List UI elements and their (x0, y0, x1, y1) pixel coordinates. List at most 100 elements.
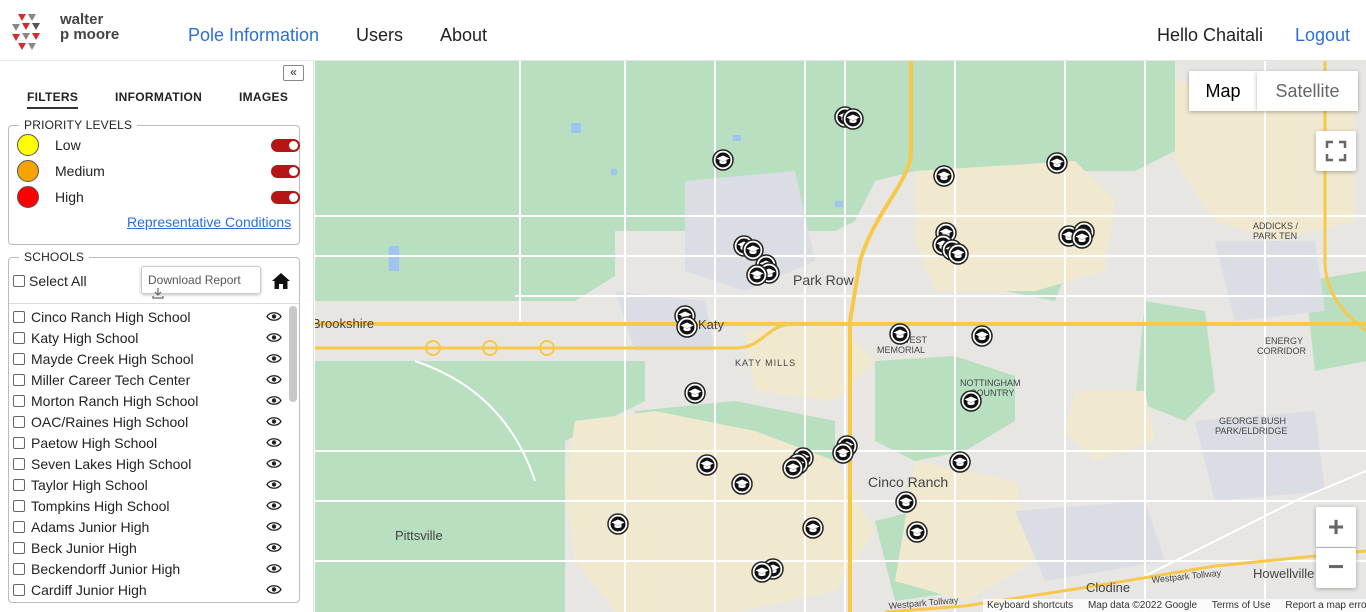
school-marker-icon (842, 108, 864, 130)
eye-icon[interactable] (266, 500, 282, 511)
label-george-bush-park: PARK/ELDRIDGE (1215, 426, 1287, 436)
school-marker-icon (746, 264, 768, 286)
eye-icon[interactable] (266, 458, 282, 469)
school-name: Beckendorff Junior High (31, 561, 181, 577)
tab-information[interactable]: INFORMATION (115, 90, 202, 104)
school-checkbox[interactable] (13, 353, 25, 365)
list-item[interactable]: Katy High School (13, 328, 283, 349)
high-priority-toggle[interactable] (271, 191, 300, 204)
school-checkbox[interactable] (13, 311, 25, 323)
terms-of-use-link[interactable]: Terms of Use (1212, 600, 1271, 611)
logout-link[interactable]: Logout (1295, 24, 1350, 46)
eye-icon[interactable] (266, 332, 282, 343)
fullscreen-button[interactable] (1316, 131, 1356, 171)
tab-images[interactable]: IMAGES (239, 90, 288, 104)
list-item[interactable]: Tompkins High School (13, 496, 283, 517)
school-marker-icon (1071, 227, 1093, 249)
eye-icon[interactable] (266, 479, 282, 490)
download-report-label: Download Report (148, 273, 241, 287)
high-priority-dot-icon (17, 186, 39, 208)
priority-levels-legend: PRIORITY LEVELS (19, 118, 138, 132)
school-checkbox[interactable] (13, 542, 25, 554)
school-name: Mayde Creek High School (31, 351, 194, 367)
top-navbar: walter p moore Pole Information Users Ab… (0, 0, 1366, 61)
map-view[interactable]: Park Row Brookshire Katy KATY MILLS WEST… (315, 61, 1366, 612)
home-icon[interactable] (271, 272, 291, 290)
map-canvas[interactable]: Park Row Brookshire Katy KATY MILLS WEST… (315, 61, 1366, 612)
eye-icon[interactable] (266, 374, 282, 385)
school-marker-icon (1046, 152, 1068, 174)
nav-pole-information[interactable]: Pole Information (188, 24, 319, 46)
list-item[interactable]: Adams Junior High (13, 517, 283, 538)
school-name: Adams Junior High (31, 519, 150, 535)
school-checkbox[interactable] (13, 437, 25, 449)
school-checkbox[interactable] (13, 563, 25, 575)
zoom-out-button[interactable]: − (1316, 548, 1356, 588)
school-marker-icon (832, 442, 854, 464)
schools-list[interactable]: Cinco Ranch High School Katy High School… (9, 303, 299, 603)
eye-icon[interactable] (266, 521, 282, 532)
collapse-sidebar-button[interactable]: « (283, 65, 304, 81)
tab-filters[interactable]: FILTERS (27, 90, 79, 109)
label-nottingham-country: NOTTINGHAM (960, 378, 1021, 388)
select-all-checkbox[interactable] (13, 275, 25, 287)
user-greeting: Hello Chaitali (1157, 25, 1264, 45)
eye-icon[interactable] (266, 542, 282, 553)
school-checkbox[interactable] (13, 416, 25, 428)
logo-text: walter p moore (60, 12, 119, 42)
school-checkbox[interactable] (13, 458, 25, 470)
list-item[interactable]: Paetow High School (13, 433, 283, 454)
school-marker-icon (684, 382, 706, 404)
list-item[interactable]: Morton Ranch High School (13, 391, 283, 412)
nav-users[interactable]: Users (356, 24, 403, 46)
list-item[interactable]: Beckendorff Junior High (13, 559, 283, 580)
download-icon (152, 288, 164, 299)
school-marker-icon (889, 323, 911, 345)
eye-icon[interactable] (266, 311, 282, 322)
logo-line-2: p moore (60, 26, 120, 43)
eye-icon[interactable] (266, 353, 282, 364)
nav-about[interactable]: About (440, 24, 487, 46)
school-name: Beck Junior High (31, 540, 137, 556)
list-item[interactable]: Cardiff Junior High (13, 580, 283, 601)
school-checkbox[interactable] (13, 479, 25, 491)
list-item[interactable]: Taylor High School (13, 475, 283, 496)
list-item[interactable]: Miller Career Tech Center (13, 370, 283, 391)
low-priority-toggle[interactable] (271, 139, 300, 152)
map-type-satellite-button[interactable]: Satellite (1257, 71, 1358, 111)
list-item[interactable]: Seven Lakes High School (13, 454, 283, 475)
schools-list-scrollbar[interactable] (289, 306, 297, 402)
school-name: Cinco Ranch High School (31, 309, 191, 325)
label-katy: Katy (698, 317, 725, 332)
school-checkbox[interactable] (13, 500, 25, 512)
eye-icon[interactable] (266, 416, 282, 427)
priority-level-label: Low (55, 137, 81, 153)
eye-icon[interactable] (266, 563, 282, 574)
zoom-in-button[interactable]: + (1316, 507, 1356, 547)
school-marker-icon (971, 325, 993, 347)
walter-p-moore-logo[interactable]: walter p moore (8, 10, 138, 54)
school-checkbox[interactable] (13, 521, 25, 533)
representative-conditions-link[interactable]: Representative Conditions (127, 214, 291, 230)
eye-icon[interactable] (266, 437, 282, 448)
map-type-map-button[interactable]: Map (1189, 71, 1257, 111)
label-addicks-park-ten: ADDICKS / (1253, 221, 1299, 231)
school-name: Miller Career Tech Center (31, 372, 191, 388)
logo-line-1: walter (60, 11, 104, 28)
report-map-error-link[interactable]: Report a map error (1285, 600, 1366, 611)
eye-icon[interactable] (266, 395, 282, 406)
school-checkbox[interactable] (13, 395, 25, 407)
keyboard-shortcuts-link[interactable]: Keyboard shortcuts (987, 600, 1073, 611)
school-checkbox[interactable] (13, 584, 25, 596)
school-checkbox[interactable] (13, 332, 25, 344)
download-report-button[interactable]: Download Report (141, 266, 261, 299)
list-item[interactable]: Cinco Ranch High School (13, 307, 283, 328)
select-all-checkbox-row[interactable]: Select All (13, 273, 87, 289)
list-item[interactable]: Beck Junior High (13, 538, 283, 559)
medium-priority-toggle[interactable] (271, 165, 300, 178)
school-checkbox[interactable] (13, 374, 25, 386)
list-item[interactable]: OAC/Raines High School (13, 412, 283, 433)
eye-icon[interactable] (266, 584, 282, 595)
list-item[interactable]: Mayde Creek High School (13, 349, 283, 370)
school-name: Tompkins High School (31, 498, 170, 514)
